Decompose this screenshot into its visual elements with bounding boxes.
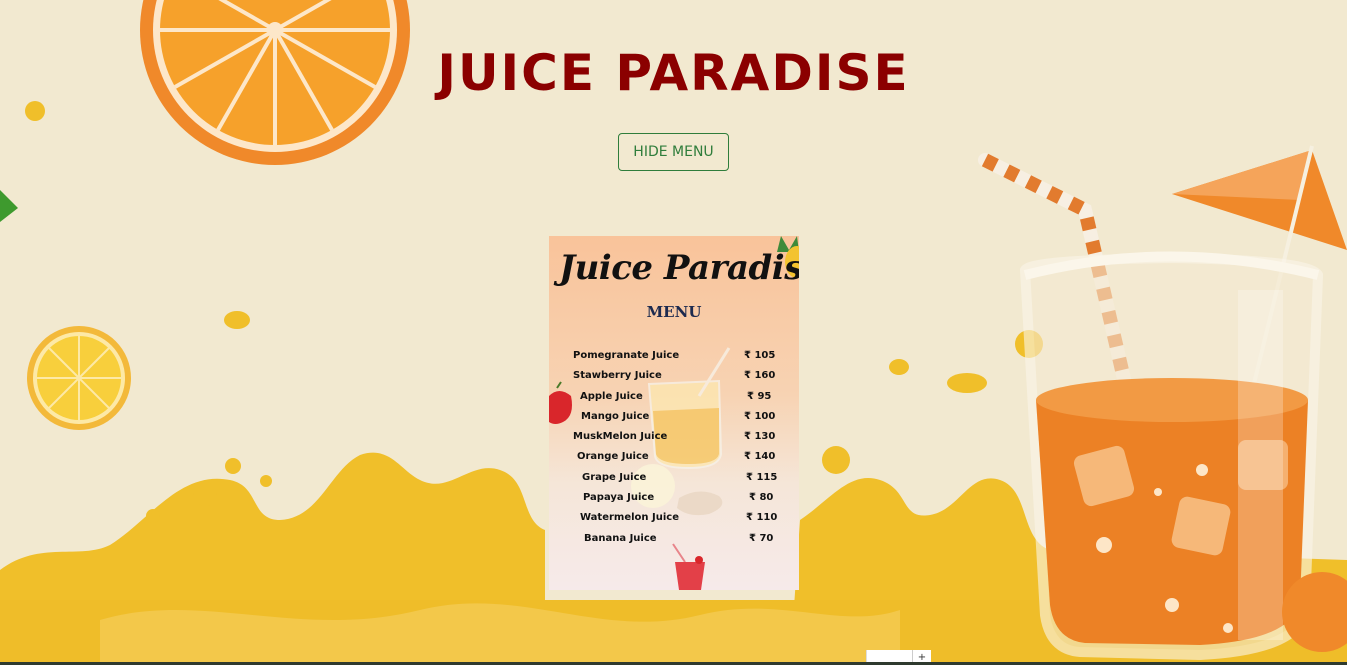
menu-item-price: ₹ 110: [746, 512, 778, 524]
menu-item: Pomegranate Juice ₹ 105: [549, 348, 799, 368]
menu-item-price: ₹ 140: [744, 451, 776, 463]
menu-item: Banana Juice ₹ 70: [549, 531, 799, 551]
menu-item-name: Stawberry Juice: [573, 370, 662, 382]
menu-item-name: Mango Juice: [581, 410, 650, 422]
menu-item-price: ₹ 115: [746, 471, 778, 483]
menu-item: Grape Juice ₹ 115: [549, 470, 799, 490]
menu-list: Pomegranate Juice ₹ 105 Stawberry Juice ₹ …: [549, 348, 799, 551]
hide-menu-button[interactable]: HIDE MENU: [618, 133, 729, 171]
menu-item-name: Grape Juice: [582, 471, 647, 483]
menu-item-price: ₹ 100: [744, 410, 776, 422]
menu-item-price: ₹ 70: [749, 532, 774, 544]
menu-item-name: Banana Juice: [584, 532, 657, 544]
menu-heading: MENU: [646, 303, 702, 321]
menu-item-name: Pomegranate Juice: [573, 350, 680, 361]
menu-item: Stawberry Juice ₹ 160: [549, 368, 799, 388]
page-title: JUICE PARADISE: [437, 44, 910, 102]
menu-item-price: ₹ 105: [744, 350, 776, 361]
menu-item: Orange Juice ₹ 140: [549, 449, 799, 469]
menu-item-price: ₹ 95: [747, 390, 772, 402]
menu-item-price: ₹ 160: [744, 370, 776, 382]
menu-item-name: MuskMelon Juice: [573, 431, 668, 443]
menu-item-name: Papaya Juice: [583, 492, 655, 504]
lemon-slice-icon: [27, 326, 131, 430]
menu-item: Papaya Juice ₹ 80: [549, 490, 799, 510]
menu-item: Apple Juice ₹ 95: [549, 389, 799, 409]
menu-item: Mango Juice ₹ 100: [549, 409, 799, 429]
leaf-icon: [0, 190, 18, 222]
menu-item-price: ₹ 130: [744, 431, 776, 443]
page: JUICE PARADISE HIDE MENU Juice Paradise …: [0, 0, 1347, 665]
menu-item-name: Apple Juice: [580, 390, 643, 402]
menu-card-image: Juice Paradise MENU Pomegranate Juice ₹ 1…: [549, 236, 799, 590]
menu-item: Watermelon Juice ₹ 110: [549, 510, 799, 530]
menu-item-name: Watermelon Juice: [580, 512, 679, 524]
menu-item: MuskMelon Juice ₹ 130: [549, 429, 799, 449]
menu-item-name: Orange Juice: [577, 451, 649, 463]
juice-glass-icon: [1019, 251, 1324, 661]
menu-item-price: ₹ 80: [749, 492, 774, 504]
menu-script-title: Juice Paradise: [559, 248, 799, 288]
